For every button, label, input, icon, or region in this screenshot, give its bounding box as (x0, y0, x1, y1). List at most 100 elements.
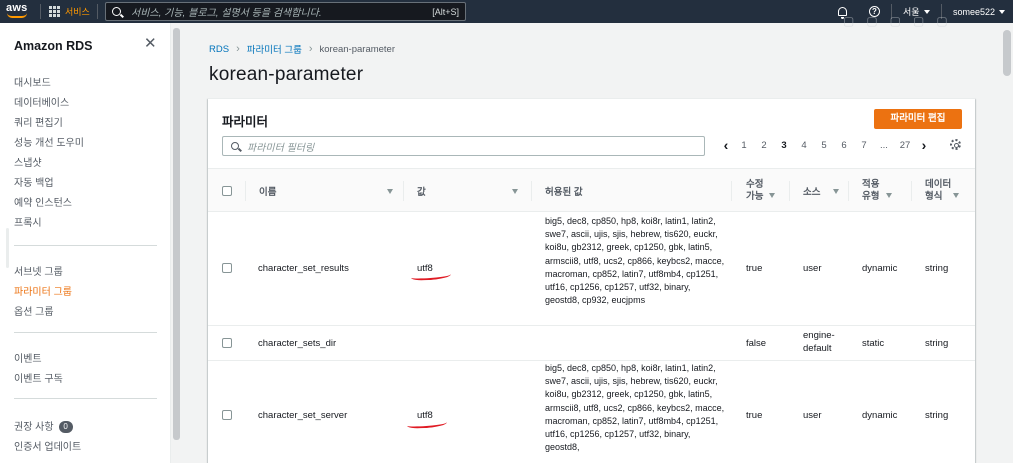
column-header-label: 소스 (803, 187, 821, 198)
source-line: engine- (803, 330, 835, 341)
column-header-label: 유형 (862, 191, 880, 202)
sidebar-item-certificate-update[interactable]: 인증서 업데이트 (14, 438, 81, 453)
sort-icon (769, 193, 776, 198)
page-link[interactable]: 2 (754, 140, 774, 151)
page-scrollbar-thumb[interactable] (1003, 30, 1011, 76)
column-header-apply-type[interactable]: 적용 유형 (862, 169, 902, 213)
pagination: ‹ 1 2 3 4 5 6 7 ... 27 › (718, 138, 932, 152)
sidebar-item-reserved-instances[interactable]: 예약 인스턴스 (14, 194, 72, 209)
sidebar-item-databases[interactable]: 데이터베이스 (14, 94, 69, 109)
column-divider (789, 181, 790, 201)
column-header-label: 데이터 (925, 179, 952, 190)
sidebar-item-events[interactable]: 이벤트 (14, 350, 42, 365)
column-header-allowed-values: 허용된 값 (545, 169, 725, 213)
page-link[interactable]: 1 (734, 140, 754, 151)
sidebar-divider (14, 245, 157, 246)
pagination-prev-icon[interactable]: ‹ (718, 138, 734, 152)
faded-toolbar-icons: ▢▢▢▢▢ (843, 14, 960, 28)
services-label: 서비스 (65, 7, 90, 17)
page-link-current[interactable]: 3 (774, 140, 794, 151)
data-type-value: string (925, 338, 949, 349)
divider (97, 4, 98, 19)
close-icon[interactable]: ✕ (144, 36, 157, 51)
divider (40, 4, 41, 19)
column-divider (911, 181, 912, 201)
pagination-next-icon[interactable]: › (916, 138, 932, 152)
column-header-label: 적용 (862, 179, 880, 190)
chevron-down-icon (923, 9, 930, 14)
page-link[interactable]: 4 (794, 140, 814, 151)
page-scrollbar-track[interactable] (1001, 23, 1013, 463)
column-divider (848, 181, 849, 201)
row-checkbox[interactable] (222, 410, 232, 420)
red-underline-annotation (406, 418, 448, 430)
table-row[interactable]: character_set_server utf8 big5, dec8, cp… (208, 361, 975, 463)
table-row[interactable]: character_sets_dir false engine- default… (208, 326, 975, 361)
page-link[interactable]: 5 (814, 140, 834, 151)
select-all-checkbox[interactable] (222, 186, 232, 196)
source-value: user (803, 263, 822, 274)
sidebar-item-automated-backups[interactable]: 자동 백업 (14, 174, 54, 189)
column-divider (245, 181, 246, 201)
column-header-data-type[interactable]: 데이터 형식 (925, 169, 969, 213)
column-header-modifiable[interactable]: 수정 가능 (746, 169, 782, 213)
sidebar-item-snapshots[interactable]: 스냅샷 (14, 154, 42, 169)
sort-icon (833, 188, 839, 194)
data-type-value: string (925, 263, 949, 274)
column-header-label: 수정 (746, 179, 764, 190)
parameter-name: character_set_results (258, 263, 349, 274)
apply-type-value: static (862, 338, 885, 349)
column-header-name[interactable]: 이름 (259, 169, 393, 213)
sidebar-scroll-indicator (6, 228, 9, 268)
source-value: engine- default (803, 329, 835, 355)
apply-type-value: dynamic (862, 410, 898, 421)
sidebar-item-proxies[interactable]: 프록시 (14, 214, 42, 229)
breadcrumb: RDS › 파라미터 그룹 › korean-parameter (209, 42, 395, 56)
row-checkbox[interactable] (222, 263, 232, 273)
red-underline-annotation (410, 270, 452, 282)
gear-icon[interactable] (950, 139, 961, 150)
global-search-input[interactable]: 서비스, 기능, 블로그, 설명서 등을 검색합니다. [Alt+S] (105, 2, 466, 21)
breadcrumb-parameter-groups[interactable]: 파라미터 그룹 (247, 42, 302, 56)
column-header-label: 허용된 값 (545, 187, 583, 198)
filter-placeholder: 파라미터 필터링 (247, 142, 315, 154)
row-checkbox[interactable] (222, 338, 232, 348)
sidebar: Amazon RDS ✕ 대시보드 데이터베이스 쿼리 편집기 성능 개선 도우… (0, 23, 171, 463)
breadcrumb-rds[interactable]: RDS (209, 44, 229, 55)
table-row[interactable]: character_set_results utf8 big5, dec8, c… (208, 212, 975, 326)
parameter-name: character_sets_dir (258, 338, 337, 349)
filter-parameters-input[interactable]: 파라미터 필터링 (222, 136, 705, 156)
sidebar-item-performance-insights[interactable]: 성능 개선 도우미 (14, 134, 84, 149)
aws-logo[interactable]: aws (6, 2, 30, 20)
page-link[interactable]: 27 (894, 140, 916, 151)
search-placeholder: 서비스, 기능, 블로그, 설명서 등을 검색합니다. (131, 8, 322, 19)
allowed-values: big5, dec8, cp850, hp8, koi8r, latin1, l… (545, 216, 725, 306)
sidebar-item-query-editor[interactable]: 쿼리 편집기 (14, 114, 63, 129)
sidebar-item-subnet-groups[interactable]: 서브넷 그룹 (14, 263, 63, 278)
sidebar-item-recommendations[interactable]: 권장 사항 0 (14, 418, 73, 433)
sidebar-item-label: 권장 사항 (14, 422, 54, 433)
source-value: user (803, 410, 822, 421)
sort-icon (886, 193, 893, 198)
column-header-value[interactable]: 값 (417, 169, 518, 213)
page-link[interactable]: 6 (834, 140, 854, 151)
sidebar-item-option-groups[interactable]: 옵션 그룹 (14, 303, 54, 318)
column-divider (403, 181, 404, 201)
grid-icon (49, 6, 60, 17)
chevron-right-icon: › (236, 43, 240, 55)
column-header-source[interactable]: 소스 (803, 169, 839, 213)
sidebar-scrollbar-thumb[interactable] (173, 28, 180, 440)
modifiable-value: true (746, 263, 763, 274)
services-menu-button[interactable]: 서비스 (49, 5, 90, 18)
sidebar-item-parameter-groups[interactable]: 파라미터 그룹 (14, 283, 72, 298)
sidebar-item-dashboard[interactable]: 대시보드 (14, 74, 51, 89)
edit-parameters-button[interactable]: 파라미터 편집 (874, 109, 962, 129)
sidebar-divider (14, 332, 157, 333)
search-shortcut: [Alt+S] (432, 6, 459, 17)
data-type-value: string (925, 410, 949, 421)
account-menu[interactable]: somee522 (953, 4, 1006, 19)
sidebar-item-event-subscriptions[interactable]: 이벤트 구독 (14, 370, 63, 385)
chevron-right-icon: › (308, 43, 313, 55)
page-link[interactable]: 7 (854, 140, 874, 151)
allowed-values: big5, dec8, cp850, hp8, koi8r, latin1, l… (545, 363, 725, 453)
